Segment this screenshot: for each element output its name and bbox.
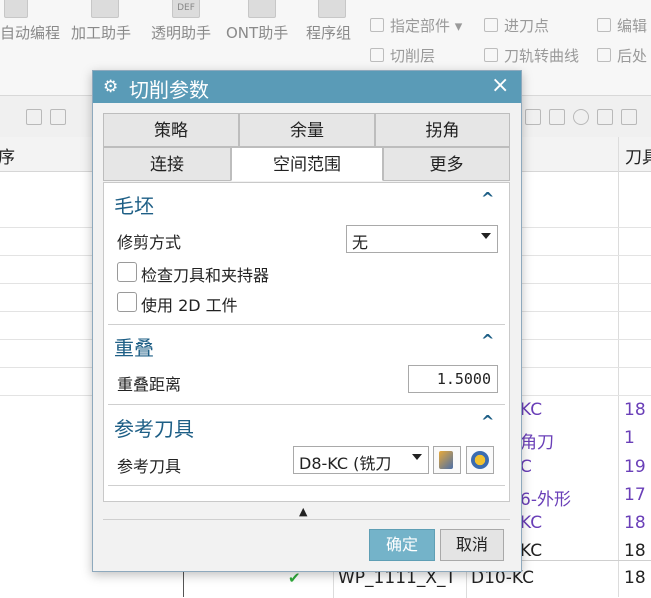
tool-icon-5[interactable] [573, 109, 589, 125]
dialog-title-bar[interactable]: ⚙ 切削参数 × [93, 71, 521, 103]
ont-assistant-button[interactable]: ONT助手 [226, 22, 288, 43]
tab-containment[interactable]: 空间范围 [231, 147, 383, 181]
path-to-curve-icon [484, 48, 498, 62]
tab-strategy[interactable]: 策略 [103, 113, 239, 147]
cut-level-icon [370, 48, 384, 62]
chevron-down-icon [412, 454, 422, 460]
row-tool-num: 1 [624, 428, 635, 448]
row-tool-text: KC [520, 541, 543, 561]
ont-assistant-icon [248, 0, 276, 18]
reference-tool-label: 参考刀具 [117, 457, 182, 476]
edit-icon [597, 18, 611, 32]
auto-program-icon [4, 0, 28, 18]
tab-more[interactable]: 更多 [383, 147, 510, 181]
cancel-button[interactable]: 取消 [440, 529, 504, 561]
section-divider [108, 485, 505, 486]
tool-icon-7[interactable] [621, 109, 637, 125]
edit-button[interactable]: 编辑 [597, 15, 647, 36]
trim-method-label: 修剪方式 [117, 233, 182, 252]
cut-level-button[interactable]: 切削层 [370, 45, 435, 66]
post-button[interactable]: 后处 [597, 45, 647, 66]
reference-tool-value: D8-KC (铣刀 [299, 454, 392, 473]
tool-icon-6[interactable] [597, 109, 613, 125]
dialog-title: 切削参数 [129, 78, 209, 102]
ok-button[interactable]: 确定 [369, 529, 435, 561]
gear-icon: ⚙ [103, 77, 119, 97]
specify-part-button[interactable]: 指定部件 ▾ [370, 15, 462, 36]
row-tool-text: KC [520, 513, 543, 533]
section-divider [108, 324, 505, 325]
collapse-overlap-icon[interactable]: ^ [481, 331, 494, 350]
row-tool-num: 18 [624, 568, 646, 588]
row-tool-num: 19 [624, 457, 646, 477]
program-group-icon [318, 0, 346, 18]
tab-connection[interactable]: 连接 [103, 147, 231, 181]
tab-panel: 毛坯 ^ 修剪方式 无 检查刀具和夹持器 使用 2D 工件 重叠 ^ 重叠距离 … [103, 182, 510, 502]
tab-corner[interactable]: 拐角 [375, 113, 510, 147]
entry-point-icon [484, 18, 498, 32]
section-divider [108, 404, 505, 405]
tool-icon-3[interactable] [525, 109, 541, 125]
program-group-button[interactable]: 程序组 [306, 22, 351, 43]
def-icon: DEF [172, 0, 200, 18]
machining-assistant-button[interactable]: 加工助手 [71, 22, 131, 43]
create-tool-button[interactable] [466, 446, 494, 474]
reference-tool-section-title: 参考刀具 [114, 417, 194, 441]
trim-method-value: 无 [352, 233, 369, 252]
row-tool-num: 17 [624, 485, 646, 505]
column-header-sequence: 序 [0, 148, 15, 168]
check-tool-holder-label: 检查刀具和夹持器 [141, 266, 270, 285]
tool-icon-2[interactable] [50, 109, 66, 125]
chevron-down-icon [481, 233, 491, 239]
trim-method-select[interactable]: 无 [346, 225, 498, 253]
post-icon [597, 48, 611, 62]
tool-select-icon [439, 451, 453, 469]
column-header-tool: 刀具 [625, 148, 651, 168]
use-2d-workpiece-checkbox[interactable] [117, 292, 137, 312]
collapse-reference-tool-icon[interactable]: ^ [481, 412, 494, 431]
overlap-distance-label: 重叠距离 [117, 375, 182, 394]
cut-parameters-dialog: ⚙ 切削参数 × 策略 余量 拐角 连接 空间范围 更多 毛坯 ^ 修剪方式 无… [92, 70, 522, 572]
auto-program-button[interactable]: 自动编程 [0, 22, 60, 43]
row-tool-text: KC [520, 400, 543, 420]
close-button[interactable]: × [491, 73, 509, 98]
tool-icon-1[interactable] [26, 109, 42, 125]
overlap-distance-input[interactable]: 1.5000 [408, 365, 498, 393]
collapse-blank-icon[interactable]: ^ [481, 189, 494, 208]
machining-assistant-icon [91, 0, 119, 18]
entry-point-button[interactable]: 进刀点 [484, 15, 549, 36]
select-tool-button[interactable] [433, 446, 461, 474]
check-tool-holder-checkbox[interactable] [117, 262, 137, 282]
tool-icon-4[interactable] [549, 109, 565, 125]
tab-stock[interactable]: 余量 [239, 113, 375, 147]
expand-more-icon[interactable]: ▲ [299, 505, 307, 518]
overlap-section-title: 重叠 [114, 336, 154, 360]
part-icon [370, 18, 384, 32]
row-tool-num: 18 [624, 541, 646, 561]
tool-create-icon [471, 451, 489, 469]
row-tool-text: 6-外形 [520, 490, 571, 510]
row-tool-text: 角刀 [520, 433, 554, 453]
use-2d-workpiece-label: 使用 2D 工件 [141, 296, 238, 315]
row-tool-num: 18 [624, 513, 646, 533]
path-to-curve-button[interactable]: 刀轨转曲线 [484, 45, 579, 66]
reference-tool-select[interactable]: D8-KC (铣刀 [293, 446, 429, 474]
blank-section-title: 毛坯 [114, 194, 154, 218]
row-tool-num: 18 [624, 400, 646, 420]
transparent-assistant-button[interactable]: 透明助手 [151, 22, 211, 43]
footer-divider [103, 519, 510, 520]
